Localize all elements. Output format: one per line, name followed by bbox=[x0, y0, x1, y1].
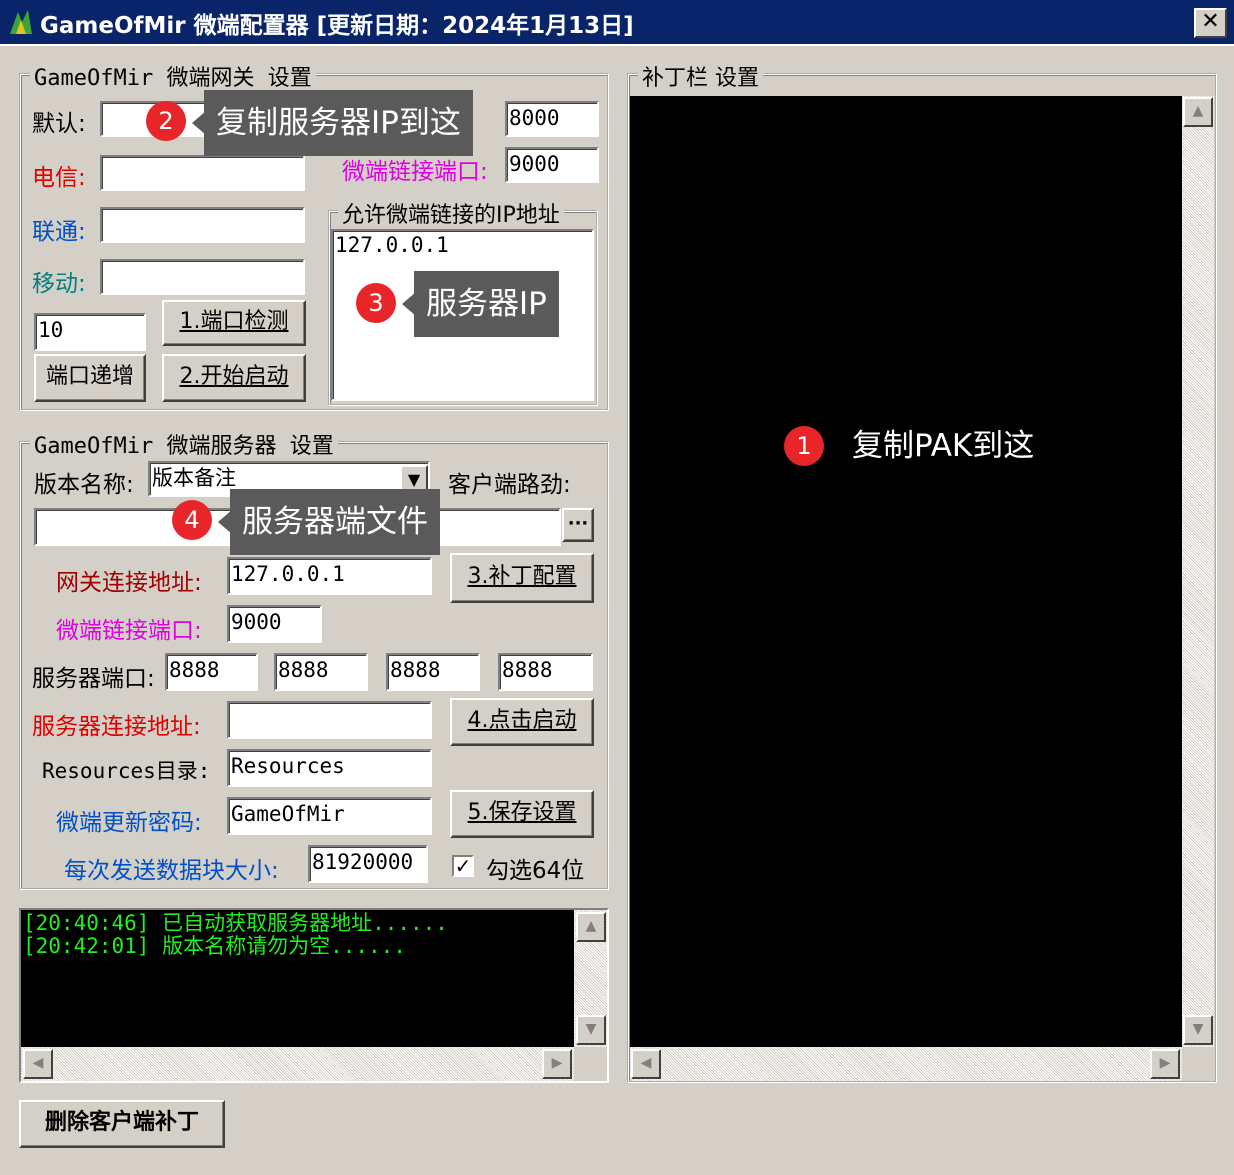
patch-scroll-down-icon[interactable]: ▼ bbox=[1183, 1015, 1213, 1045]
allow-ip-group-title: 允许微端链接的IP地址 bbox=[338, 197, 564, 229]
server-addr-label: 服务器连接地址: bbox=[32, 714, 201, 740]
log-scroll-left-icon[interactable]: ◀ bbox=[23, 1049, 53, 1079]
patch-horizontal-scrollbar[interactable] bbox=[630, 1047, 1182, 1081]
x64-checkbox[interactable]: ✓ bbox=[452, 855, 474, 877]
patch-scroll-right-icon[interactable]: ▶ bbox=[1150, 1049, 1180, 1079]
password-input[interactable]: GameOfMir bbox=[227, 797, 432, 835]
log-scroll-up-icon[interactable]: ▲ bbox=[576, 912, 606, 942]
callout-copy-pak: 复制PAK到这 bbox=[852, 428, 1035, 464]
port-check-button[interactable]: 1.端口检测 bbox=[162, 300, 306, 346]
gateway-micro-port-input[interactable]: 9000 bbox=[505, 147, 599, 183]
chunk-size-input[interactable]: 81920000 bbox=[308, 845, 428, 883]
log-horizontal-scrollbar[interactable] bbox=[21, 1047, 574, 1081]
resources-input[interactable]: Resources bbox=[227, 749, 432, 787]
log-scroll-down-icon[interactable]: ▼ bbox=[576, 1015, 606, 1045]
callout-pointer bbox=[218, 510, 232, 534]
gateway-micro-port-label: 微端链接端口: bbox=[342, 159, 488, 185]
server-micro-port-label: 微端链接端口: bbox=[56, 618, 202, 644]
save-settings-button[interactable]: 5.保存设置 bbox=[450, 790, 594, 838]
close-button[interactable]: ✕ bbox=[1194, 8, 1227, 38]
server-micro-port-input[interactable]: 9000 bbox=[227, 605, 322, 643]
x64-label: 勾选64位 bbox=[486, 858, 585, 884]
unicom-label: 联通: bbox=[32, 219, 86, 245]
port-increment-input[interactable]: 10 bbox=[34, 313, 146, 351]
server-port-label: 服务器端口: bbox=[32, 666, 155, 692]
default-label: 默认: bbox=[32, 111, 86, 137]
chunk-size-label: 每次发送数据块大小: bbox=[64, 858, 279, 884]
browse-button[interactable]: ··· bbox=[562, 508, 594, 542]
patch-vertical-scrollbar[interactable] bbox=[1182, 96, 1214, 1047]
window-title: GameOfMir 微端配置器 [更新日期：2024年1月13日] bbox=[40, 13, 634, 39]
delete-client-patch-button[interactable]: 删除客户端补丁 bbox=[19, 1100, 225, 1148]
gateway-group-title: GameOfMir 微端网关 设置 bbox=[30, 60, 316, 92]
server-port-input-1[interactable]: 8888 bbox=[165, 653, 258, 691]
patch-scroll-left-icon[interactable]: ◀ bbox=[631, 1049, 661, 1079]
mobile-label: 移动: bbox=[32, 271, 86, 297]
log-line-2: [20:42:01] 版本名称请勿为空...... bbox=[23, 934, 406, 958]
resources-label: Resources目录: bbox=[42, 759, 211, 783]
telecom-label: 电信: bbox=[32, 165, 86, 191]
gateway-port-input[interactable]: 8000 bbox=[505, 101, 599, 137]
app-icon bbox=[6, 8, 36, 38]
mobile-ip-input[interactable] bbox=[100, 259, 305, 295]
unicom-ip-input[interactable] bbox=[100, 207, 305, 243]
version-select-value: 版本备注 bbox=[152, 466, 236, 490]
patch-config-button[interactable]: 3.补丁配置 bbox=[450, 553, 594, 603]
password-label: 微端更新密码: bbox=[56, 810, 202, 836]
patch-scroll-up-icon[interactable]: ▲ bbox=[1183, 97, 1213, 127]
patch-group-title: 补丁栏 设置 bbox=[638, 60, 763, 92]
callout-badge: 3 bbox=[356, 283, 396, 323]
start-gateway-button[interactable]: 2.开始启动 bbox=[162, 354, 306, 402]
callout-badge: 2 bbox=[146, 101, 186, 141]
allow-ip-value: 127.0.0.1 bbox=[335, 233, 449, 257]
callout-server-ip: 服务器IP bbox=[414, 271, 559, 337]
server-port-input-2[interactable]: 8888 bbox=[274, 653, 368, 691]
log-scroll-right-icon[interactable]: ▶ bbox=[542, 1049, 572, 1079]
server-port-input-3[interactable]: 8888 bbox=[386, 653, 480, 691]
patch-file-list[interactable] bbox=[630, 96, 1182, 1047]
port-increment-button[interactable]: 端口递增 bbox=[34, 354, 146, 402]
callout-copy-server-ip: 复制服务器IP到这 bbox=[204, 90, 473, 156]
server-group-title: GameOfMir 微端服务器 设置 bbox=[30, 428, 338, 460]
version-label: 版本名称: bbox=[34, 472, 134, 498]
callout-badge: 1 bbox=[784, 426, 824, 466]
gateway-addr-label: 网关连接地址: bbox=[56, 570, 202, 596]
telecom-ip-input[interactable] bbox=[100, 155, 305, 191]
callout-badge: 4 bbox=[172, 500, 212, 540]
gateway-addr-input[interactable]: 127.0.0.1 bbox=[227, 557, 432, 595]
callout-pointer bbox=[192, 111, 206, 135]
server-port-input-4[interactable]: 8888 bbox=[498, 653, 593, 691]
callout-server-files: 服务器端文件 bbox=[230, 489, 440, 555]
callout-pointer bbox=[402, 292, 416, 316]
log-line-1: [20:40:46] 已自动获取服务器地址...... bbox=[23, 911, 448, 935]
client-path-label: 客户端路劲: bbox=[448, 472, 571, 498]
server-addr-input[interactable] bbox=[227, 701, 432, 739]
click-start-button[interactable]: 4.点击启动 bbox=[450, 698, 594, 746]
title-bar: GameOfMir 微端配置器 [更新日期：2024年1月13日] ✕ bbox=[0, 0, 1234, 46]
